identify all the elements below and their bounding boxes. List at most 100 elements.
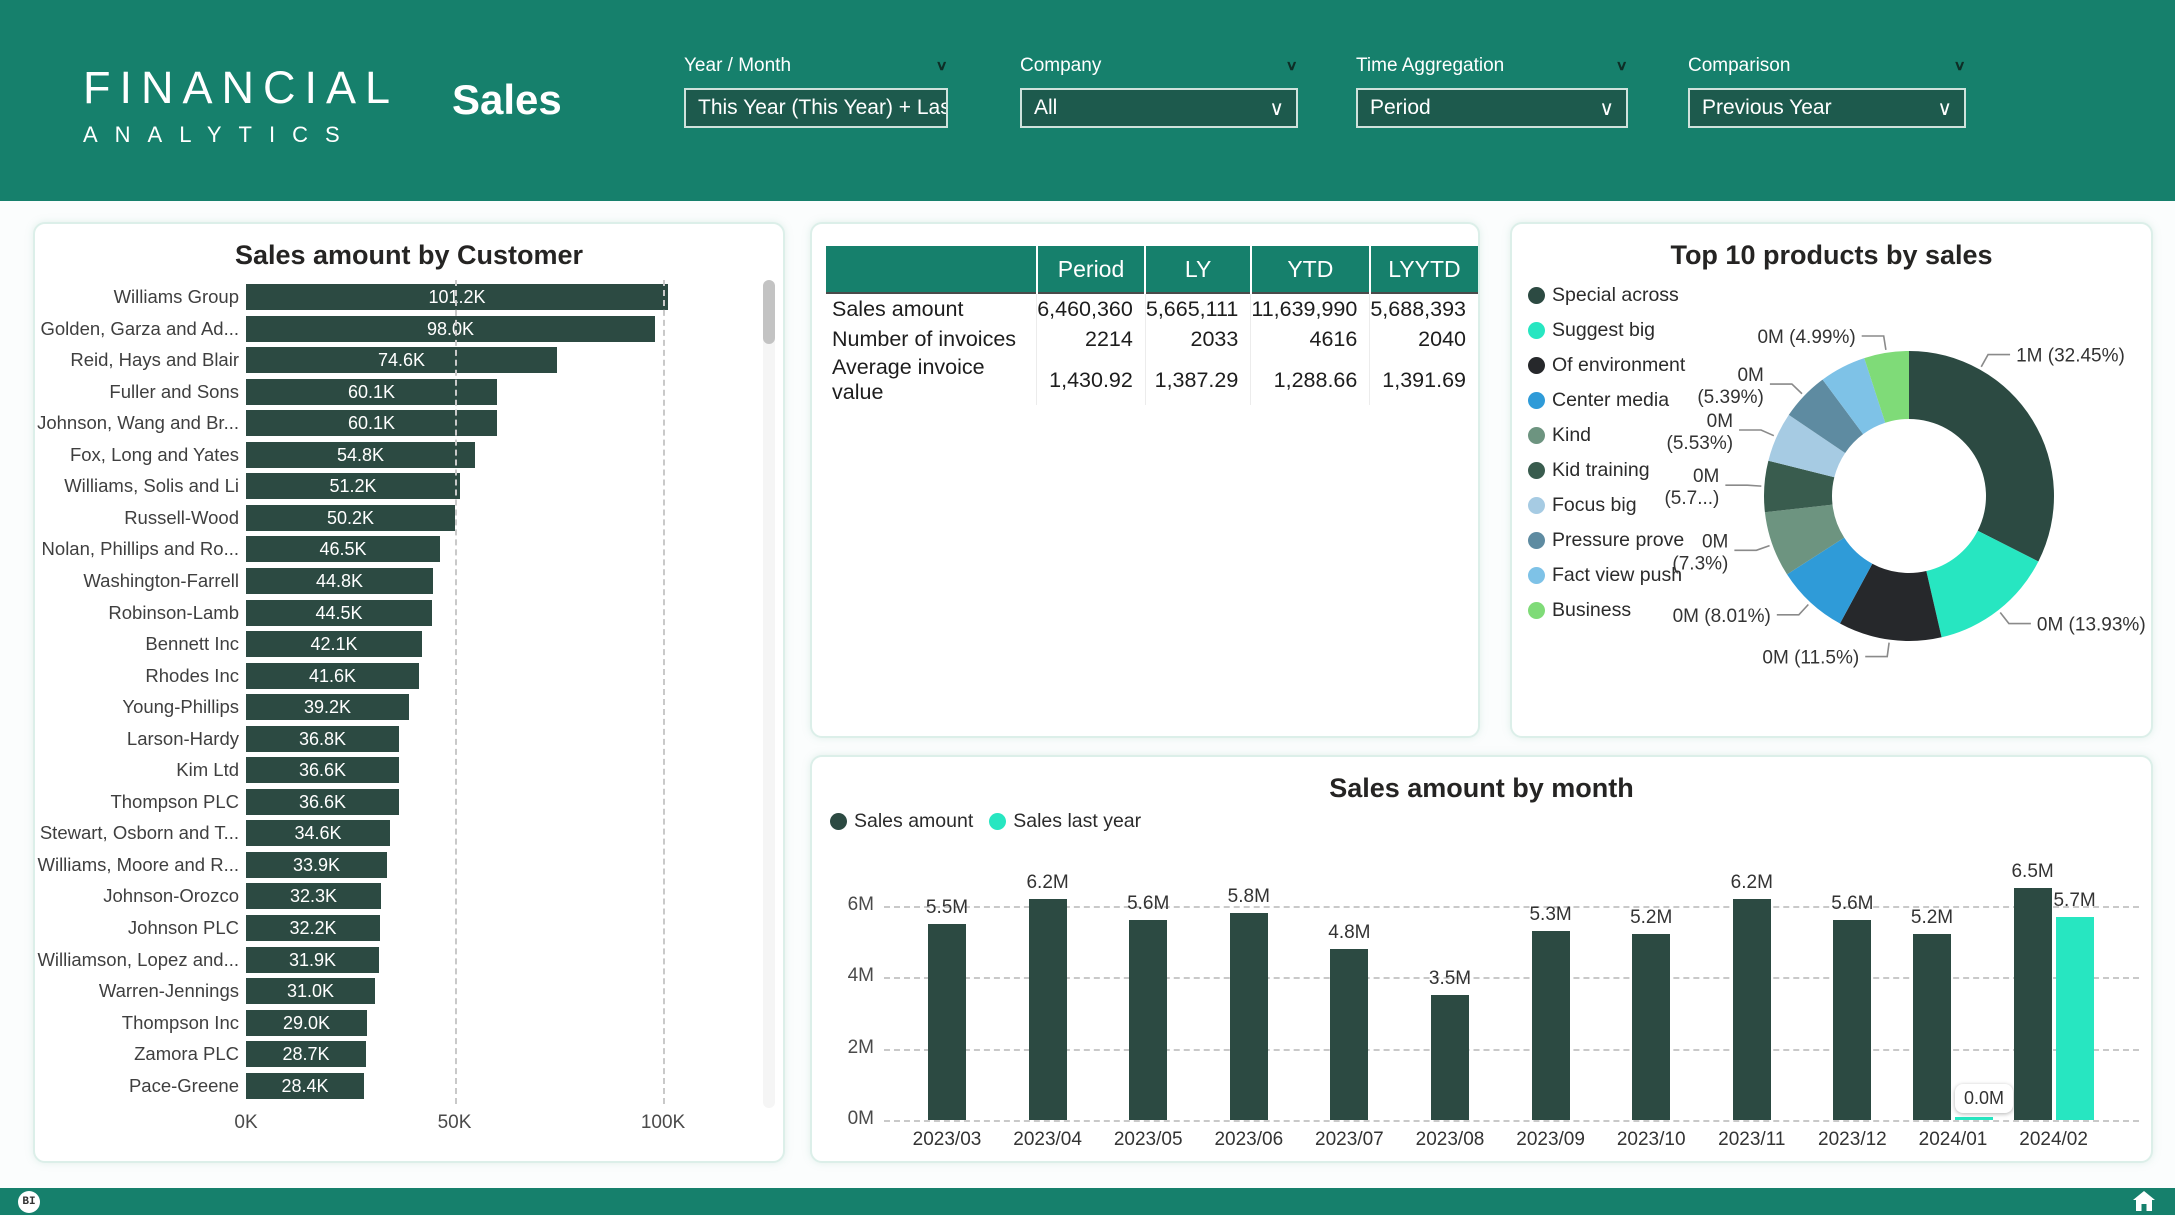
comparison-dropdown[interactable]: Previous Year ∨: [1688, 88, 1966, 128]
customer-bar[interactable]: 36.6K: [246, 757, 399, 783]
donut-slice-label: 0M(5.39%): [1697, 365, 1764, 408]
customer-label: Golden, Garza and Ad...: [35, 314, 239, 344]
chevron-down-icon[interactable]: ∨: [1286, 58, 1298, 74]
customer-bar-value: 44.5K: [246, 600, 432, 626]
kpi-value: 1,430.92: [1037, 355, 1146, 405]
customer-bar-value: 50.2K: [246, 505, 455, 531]
month-bar-sales-last-year[interactable]: [1955, 1117, 1993, 1120]
customer-bar[interactable]: 31.9K: [246, 947, 379, 973]
customer-bar[interactable]: 34.6K: [246, 820, 390, 846]
customer-label: Kim Ltd: [35, 755, 239, 785]
month-bar-sales-amount[interactable]: [1330, 949, 1368, 1120]
kpi-table-row: Number of invoices2214203346162040: [826, 324, 1478, 355]
customer-bar[interactable]: 33.9K: [246, 852, 387, 878]
company-dropdown[interactable]: All ∨: [1020, 88, 1298, 128]
month-bar-sales-amount[interactable]: [1733, 899, 1771, 1120]
customer-bar[interactable]: 36.8K: [246, 726, 399, 752]
customer-bar[interactable]: 28.4K: [246, 1073, 364, 1099]
home-icon[interactable]: [2133, 1191, 2155, 1216]
customer-label: Rhodes Inc: [35, 661, 239, 691]
customer-label: Stewart, Osborn and T...: [35, 818, 239, 848]
customer-bar[interactable]: 32.2K: [246, 915, 380, 941]
customer-bar[interactable]: 36.6K: [246, 789, 399, 815]
customer-bar[interactable]: 51.2K: [246, 473, 460, 499]
customer-bar[interactable]: 60.1K: [246, 379, 497, 405]
customer-bar[interactable]: 29.0K: [246, 1010, 367, 1036]
customer-bar[interactable]: 31.0K: [246, 978, 375, 1004]
customer-row: Russell-Wood50.2K: [35, 503, 783, 535]
customer-bar[interactable]: 44.5K: [246, 600, 432, 626]
customer-bar[interactable]: 46.5K: [246, 536, 440, 562]
donut-label-leader-line: [1862, 336, 1886, 350]
customer-bar[interactable]: 32.3K: [246, 883, 381, 909]
month-bar-sales-amount[interactable]: [1833, 920, 1871, 1120]
kpi-value: 4616: [1251, 324, 1370, 355]
chevron-down-icon[interactable]: ∨: [936, 58, 948, 74]
donut-slice-label: 1M (32.45%): [2016, 346, 2125, 367]
filter-company-label: Company: [1020, 55, 1101, 77]
customer-row: Zamora PLC 28.7K: [35, 1039, 783, 1071]
filter-year-month: Year / Month ∨ This Year (This Year) + L…: [684, 55, 948, 128]
month-bar-sales-amount[interactable]: [1029, 899, 1067, 1120]
customer-bar[interactable]: 101.2K: [246, 284, 668, 310]
month-bar-sales-amount[interactable]: [1913, 934, 1951, 1120]
customer-row: Pace-Greene28.4K: [35, 1071, 783, 1103]
powerbi-sales-dashboard: { "header": { "logo_line1": "FINANCIAL",…: [0, 0, 2175, 1215]
month-bar-sales-amount[interactable]: [928, 924, 966, 1120]
customer-bar[interactable]: 44.8K: [246, 568, 433, 594]
month-bar-sales-amount[interactable]: [2014, 888, 2052, 1120]
customer-label: Williams Group: [35, 282, 239, 312]
customer-bar[interactable]: 50.2K: [246, 505, 455, 531]
customer-row: Fuller and Sons60.1K: [35, 377, 783, 409]
chevron-down-icon[interactable]: ∨: [1616, 58, 1628, 74]
donut-slice-special-across[interactable]: [1909, 351, 2054, 562]
customer-bar[interactable]: 54.8K: [246, 442, 475, 468]
customer-bar[interactable]: 28.7K: [246, 1041, 366, 1067]
power-bi-badge[interactable]: BI: [18, 1191, 40, 1213]
customer-bar[interactable]: 74.6K: [246, 347, 557, 373]
scrollbar-thumb[interactable]: [763, 280, 775, 344]
month-bar-sales-amount[interactable]: [1230, 913, 1268, 1120]
customer-bar[interactable]: 41.6K: [246, 663, 419, 689]
month-bar-value-label: 5.5M: [902, 897, 992, 919]
kpi-value: 1,387.29: [1145, 355, 1250, 405]
customer-label: Thompson Inc: [35, 1008, 239, 1038]
scrollbar-track[interactable]: [763, 280, 775, 1108]
month-bar-sales-amount[interactable]: [1129, 920, 1167, 1120]
customer-row: Johnson, Wang and Br...60.1K: [35, 408, 783, 440]
customer-bar-value: 29.0K: [246, 1010, 367, 1036]
month-bar-sales-last-year[interactable]: [2056, 917, 2094, 1120]
month-bar-value-label: 5.7M: [2030, 890, 2120, 912]
year-month-dropdown[interactable]: This Year (This Year) + Las... ∨: [684, 88, 948, 128]
customer-bar-value: 28.4K: [246, 1073, 364, 1099]
kpi-value: 5,688,393: [1370, 293, 1478, 324]
x-axis-tick-label: 0K: [206, 1112, 286, 1134]
donut-label-leader-line: [1770, 384, 1802, 394]
donut-slice-label: 0M(7.3%): [1672, 531, 1728, 574]
customer-row: Thompson PLC36.6K: [35, 787, 783, 819]
month-bar-sales-amount[interactable]: [1431, 995, 1469, 1120]
customer-bar[interactable]: 42.1K: [246, 631, 422, 657]
customer-row: Larson-Hardy36.8K: [35, 724, 783, 756]
month-bar-value-label: 6.5M: [1988, 861, 2078, 883]
chevron-down-icon[interactable]: ∨: [1954, 58, 1966, 74]
customer-bar[interactable]: 98.0K: [246, 316, 655, 342]
customer-row: Williamson, Lopez and...31.9K: [35, 945, 783, 977]
customer-label: Zamora PLC: [35, 1039, 239, 1069]
donut-label-leader-line: [2000, 613, 2031, 624]
filter-time-aggregation-label: Time Aggregation: [1356, 55, 1504, 77]
customer-label: Warren-Jennings: [35, 976, 239, 1006]
time-aggregation-dropdown[interactable]: Period ∨: [1356, 88, 1628, 128]
customer-bar[interactable]: 39.2K: [246, 694, 409, 720]
month-bar-sales-amount[interactable]: [1532, 931, 1570, 1120]
x-gridline: [455, 280, 457, 1104]
customer-bar-value: 34.6K: [246, 820, 390, 846]
kpi-value: 1,391.69: [1370, 355, 1478, 405]
page-title: Sales: [452, 76, 562, 124]
customer-bar-value: 42.1K: [246, 631, 422, 657]
zero-value-callout: 0.0M: [1955, 1084, 2013, 1113]
month-bar-sales-amount[interactable]: [1632, 934, 1670, 1120]
customer-bar[interactable]: 60.1K: [246, 410, 497, 436]
month-bar-value-label: 6.2M: [1003, 872, 1093, 894]
y-axis-tick-label: 4M: [826, 965, 874, 987]
